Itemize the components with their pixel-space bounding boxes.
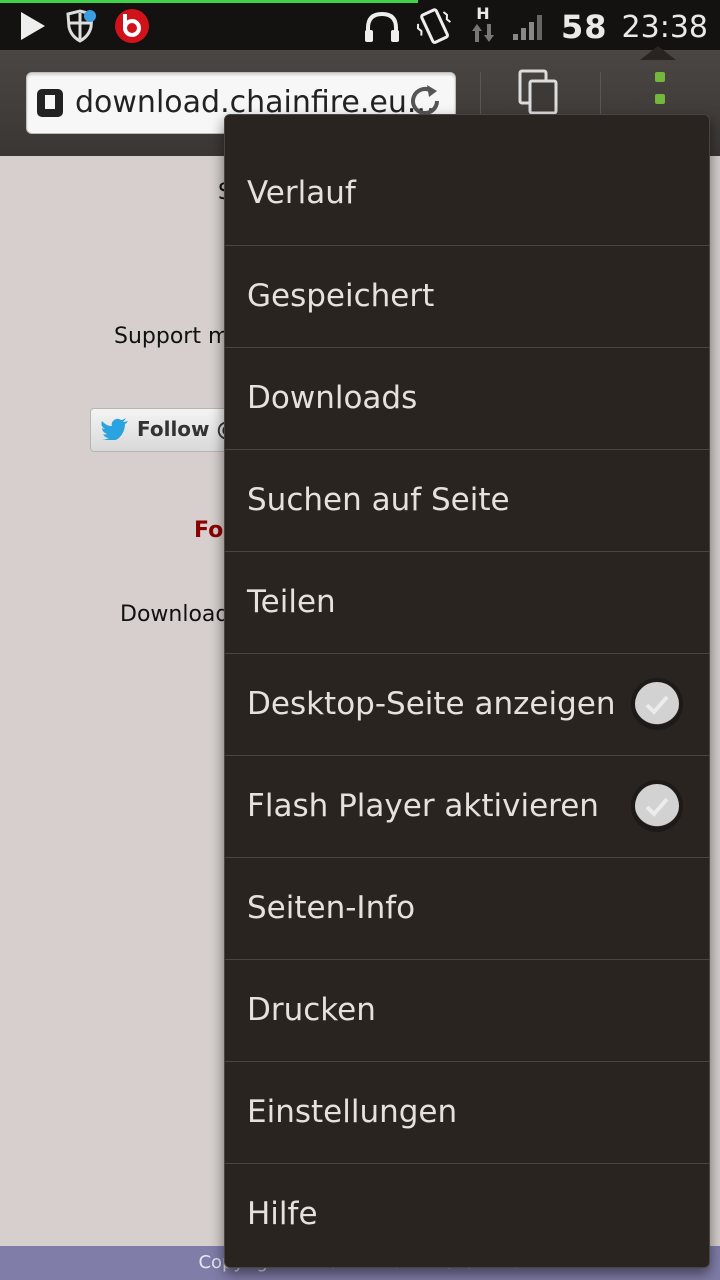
menu-caret (640, 46, 676, 60)
page-load-progress (0, 0, 418, 3)
checkmark-icon (645, 695, 669, 715)
clock: 23:38 (621, 9, 708, 45)
page-link[interactable]: Fo (194, 518, 223, 543)
overflow-menu: Verlauf Gespeichert Downloads Suchen auf… (224, 114, 710, 1268)
menu-item-label: Gespeichert (247, 278, 435, 314)
menu-item-desktop-seite[interactable]: Desktop-Seite anzeigen (225, 653, 709, 755)
menu-item-label: Teilen (247, 584, 336, 620)
beats-icon (115, 9, 149, 43)
signal-icon (513, 15, 542, 40)
menu-item-gespeichert[interactable]: Gespeichert (225, 245, 709, 347)
menu-item-label: Downloads (247, 380, 418, 416)
menu-item-label: Einstellungen (247, 1094, 458, 1130)
menu-item-suchen-auf-seite[interactable]: Suchen auf Seite (225, 449, 709, 551)
headphones-icon (365, 11, 399, 42)
menu-item-drucken[interactable]: Drucken (225, 959, 709, 1061)
data-arrows-icon: H (469, 6, 497, 48)
play-store-icon (21, 12, 45, 40)
menu-item-label: Suchen auf Seite (247, 482, 510, 518)
menu-item-label: Desktop-Seite anzeigen (247, 686, 616, 722)
menu-item-teilen[interactable]: Teilen (225, 551, 709, 653)
menu-item-flash-player[interactable]: Flash Player aktivieren (225, 755, 709, 857)
twitter-bird-icon (101, 418, 128, 440)
system-icons: H 58 23:38 (363, 6, 708, 48)
bookmark-icon[interactable] (37, 89, 63, 117)
menu-item-verlauf[interactable]: Verlauf (225, 143, 709, 244)
desktop-site-checkbox[interactable] (631, 678, 683, 730)
status-bar: H 58 23:38 (0, 0, 720, 50)
page-text: Support m (114, 324, 230, 349)
network-type: H (476, 4, 490, 23)
flash-player-checkbox[interactable] (631, 780, 683, 832)
battery-level: 58 (561, 8, 608, 46)
menu-item-label: Drucken (247, 992, 376, 1028)
menu-item-label: Flash Player aktivieren (247, 788, 599, 824)
menu-item-einstellungen[interactable]: Einstellungen (225, 1061, 709, 1163)
menu-item-hilfe[interactable]: Hilfe (225, 1163, 709, 1265)
menu-item-label: Hilfe (247, 1196, 318, 1232)
menu-item-label: Verlauf (247, 175, 356, 211)
page-text: Download (120, 602, 230, 627)
menu-item-downloads[interactable]: Downloads (225, 347, 709, 449)
notification-icons (18, 8, 150, 44)
checkmark-icon (645, 797, 669, 817)
menu-item-seiten-info[interactable]: Seiten-Info (225, 857, 709, 959)
tabs-icon[interactable] (516, 68, 560, 116)
menu-item-label: Seiten-Info (247, 890, 416, 926)
shield-icon (66, 9, 96, 43)
vibrate-icon (416, 8, 451, 44)
